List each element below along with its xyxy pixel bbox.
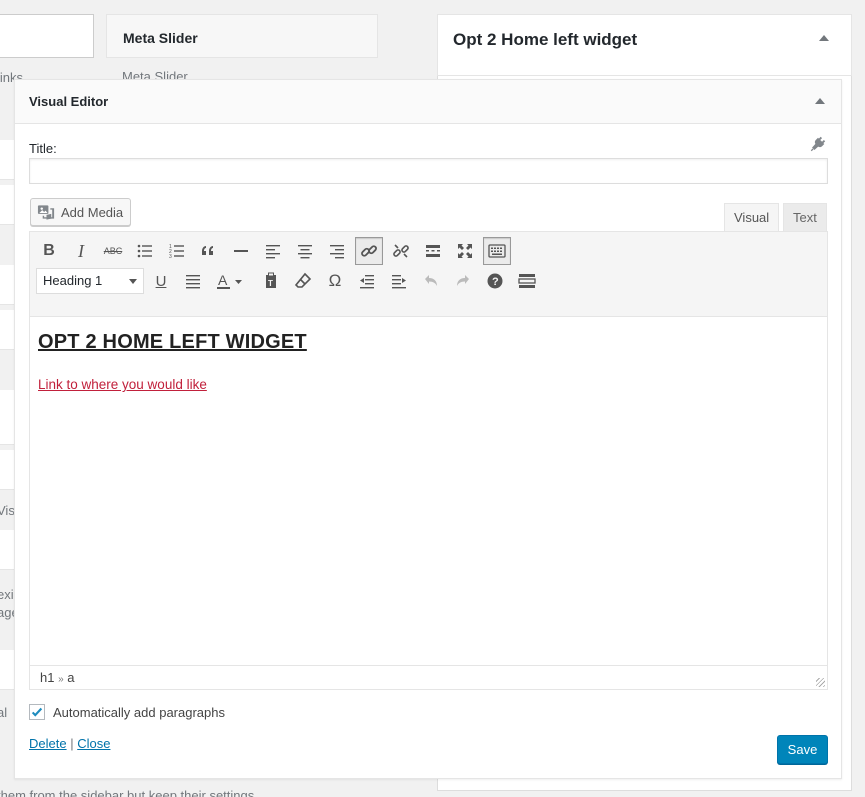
opt2-home-left-widget-area[interactable]: Opt 2 Home left widget bbox=[437, 14, 852, 76]
bullet-list-icon[interactable] bbox=[131, 237, 159, 265]
widget-title: Visual Editor bbox=[29, 94, 109, 109]
clear-formatting-icon[interactable] bbox=[289, 267, 317, 295]
delete-link[interactable]: Delete bbox=[29, 736, 67, 751]
title-input[interactable] bbox=[29, 158, 828, 184]
widget-control-links: Delete | Close bbox=[29, 736, 110, 751]
media-icon bbox=[37, 205, 55, 220]
numbered-list-icon[interactable]: 123 bbox=[163, 237, 191, 265]
kitchen-sink-icon[interactable] bbox=[513, 267, 541, 295]
background-row bbox=[0, 265, 14, 305]
svg-text:A: A bbox=[218, 272, 228, 288]
background-row bbox=[0, 390, 14, 445]
undo-icon[interactable] bbox=[417, 267, 445, 295]
horizontal-rule-icon[interactable] bbox=[227, 237, 255, 265]
indent-icon[interactable] bbox=[385, 267, 413, 295]
redo-icon[interactable] bbox=[449, 267, 477, 295]
insert-link-icon[interactable] bbox=[355, 237, 383, 265]
link-divider: | bbox=[70, 736, 74, 751]
fullscreen-icon[interactable] bbox=[451, 237, 479, 265]
tab-visual[interactable]: Visual bbox=[724, 203, 780, 232]
tab-text[interactable]: Text bbox=[783, 203, 827, 232]
outdent-icon[interactable] bbox=[353, 267, 381, 295]
help-icon[interactable]: ? bbox=[481, 267, 509, 295]
auto-paragraphs-option[interactable]: Automatically add paragraphs bbox=[29, 704, 225, 720]
remove-link-icon[interactable] bbox=[387, 237, 415, 265]
bold-icon[interactable]: B bbox=[35, 237, 63, 265]
background-row bbox=[0, 650, 14, 690]
editor-statusbar: h1 » a bbox=[30, 665, 827, 689]
background-row bbox=[0, 450, 14, 490]
collapse-arrow-icon[interactable] bbox=[819, 35, 829, 41]
svg-text:?: ? bbox=[492, 276, 499, 288]
text-color-icon[interactable]: A bbox=[211, 267, 249, 295]
editor-toolbar: B I ABC 123 Heading 1 U A T Ω ? bbox=[30, 232, 827, 317]
save-button[interactable]: Save bbox=[777, 735, 828, 764]
editor-content-area[interactable]: OPT 2 HOME LEFT WIDGET Link to where you… bbox=[30, 317, 827, 666]
tinymce-editor: B I ABC 123 Heading 1 U A T Ω ? OPT 2 HO… bbox=[29, 231, 828, 690]
background-row bbox=[0, 530, 14, 570]
italic-icon[interactable]: I bbox=[67, 237, 95, 265]
widget-header[interactable]: Visual Editor bbox=[15, 80, 841, 124]
checkmark-icon bbox=[31, 707, 43, 717]
format-select[interactable]: Heading 1 bbox=[36, 268, 144, 294]
meta-slider-title: Meta Slider bbox=[123, 30, 198, 46]
sidebar-area-title: Opt 2 Home left widget bbox=[453, 30, 638, 49]
resize-handle-icon[interactable] bbox=[816, 678, 825, 687]
chevron-down-icon bbox=[129, 279, 137, 284]
background-text-fragment: al bbox=[0, 705, 8, 720]
path-element-h1[interactable]: h1 bbox=[40, 670, 54, 685]
align-right-icon[interactable] bbox=[323, 237, 351, 265]
background-row bbox=[0, 185, 14, 225]
justify-icon[interactable] bbox=[179, 267, 207, 295]
content-link[interactable]: Link to where you would like bbox=[38, 377, 207, 392]
background-row bbox=[0, 310, 14, 350]
title-label: Title: bbox=[29, 141, 57, 156]
align-left-icon[interactable] bbox=[259, 237, 287, 265]
plug-icon[interactable] bbox=[809, 135, 827, 153]
underline-icon[interactable]: U bbox=[147, 267, 175, 295]
special-character-icon[interactable]: Ω bbox=[321, 267, 349, 295]
path-separator: » bbox=[58, 674, 64, 685]
meta-slider-widget[interactable]: Meta Slider bbox=[106, 14, 378, 58]
background-footer-text: them from the sidebar but keep their set… bbox=[0, 788, 258, 797]
svg-text:3: 3 bbox=[169, 254, 172, 260]
svg-text:T: T bbox=[268, 279, 273, 288]
add-media-label: Add Media bbox=[61, 204, 124, 220]
content-heading[interactable]: OPT 2 HOME LEFT WIDGET bbox=[38, 331, 819, 354]
visual-editor-widget: Visual Editor Title: Add Media Visual Te… bbox=[14, 79, 842, 779]
strikethrough-icon[interactable]: ABC bbox=[99, 237, 127, 265]
auto-paragraphs-label: Automatically add paragraphs bbox=[53, 704, 225, 720]
format-select-value: Heading 1 bbox=[43, 273, 103, 288]
blockquote-icon[interactable] bbox=[195, 237, 223, 265]
paste-as-text-icon[interactable]: T bbox=[257, 267, 285, 295]
auto-paragraphs-checkbox[interactable] bbox=[29, 704, 45, 720]
read-more-icon[interactable] bbox=[419, 237, 447, 265]
toolbar-toggle-icon[interactable] bbox=[483, 237, 511, 265]
close-link[interactable]: Close bbox=[77, 736, 110, 751]
collapse-arrow-icon[interactable] bbox=[815, 98, 825, 104]
background-widget-box bbox=[0, 14, 94, 58]
background-row bbox=[0, 140, 14, 180]
add-media-button[interactable]: Add Media bbox=[30, 198, 132, 226]
path-element-a[interactable]: a bbox=[67, 670, 74, 685]
align-center-icon[interactable] bbox=[291, 237, 319, 265]
